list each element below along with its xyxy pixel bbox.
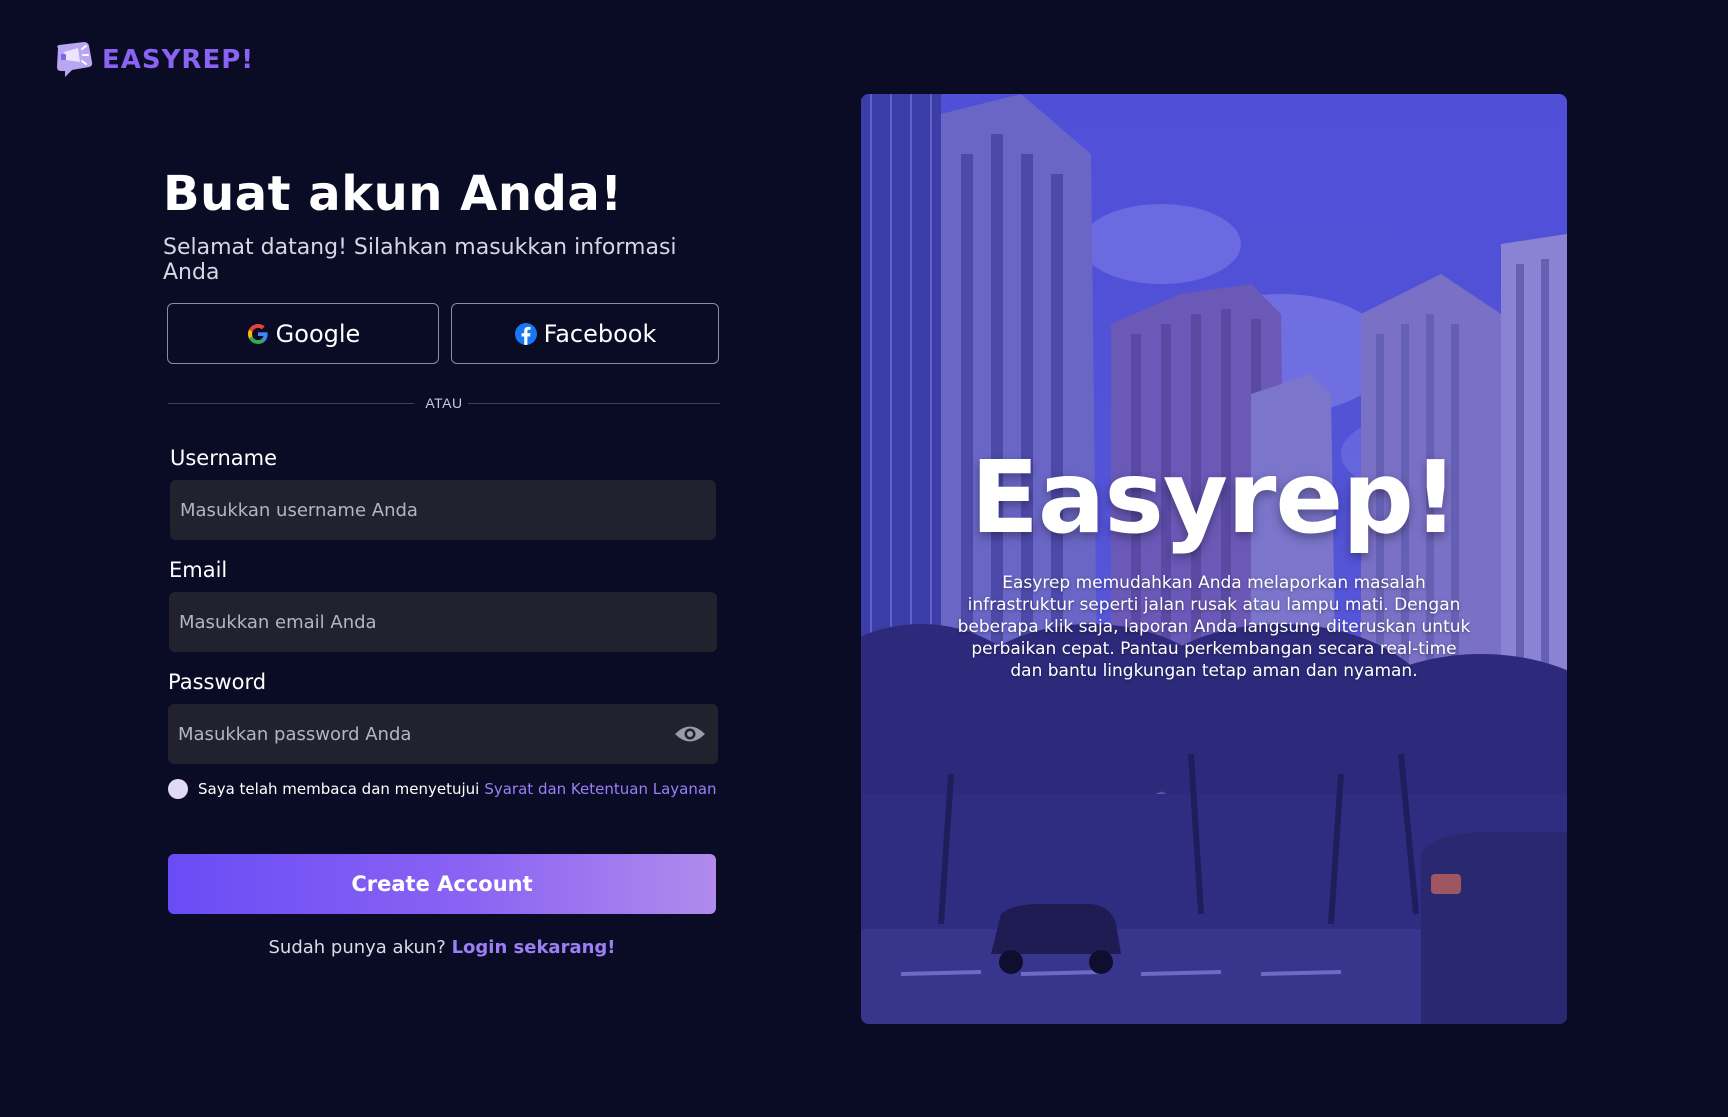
brand-logo[interactable]: EASYREP! xyxy=(52,40,254,80)
google-signup-button[interactable]: Google xyxy=(167,303,439,364)
megaphone-chat-icon xyxy=(57,42,93,77)
terms-row: Saya telah membaca dan menyetujui Syarat… xyxy=(168,779,717,799)
hero-image-panel: Easyrep! Easyrep memudahkan Anda melapor… xyxy=(861,94,1567,1024)
username-input[interactable] xyxy=(180,499,704,521)
eye-icon[interactable] xyxy=(674,723,706,745)
terms-checkbox[interactable] xyxy=(168,779,188,799)
facebook-icon xyxy=(514,322,537,345)
email-label: Email xyxy=(169,558,228,582)
facebook-button-label: Facebook xyxy=(543,319,657,348)
username-field-wrapper xyxy=(170,480,716,540)
facebook-signup-button[interactable]: Facebook xyxy=(451,303,719,364)
create-account-button[interactable]: Create Account xyxy=(168,854,716,914)
email-field-wrapper xyxy=(169,592,717,652)
page-title: Buat akun Anda! xyxy=(163,166,623,222)
city-skyline-image xyxy=(861,94,1567,1024)
google-button-label: Google xyxy=(275,319,361,348)
password-label: Password xyxy=(168,670,267,694)
signup-page: EASYREP! Buat akun Anda! Selamat datang!… xyxy=(0,0,1728,1117)
social-login-row: Google Facebook xyxy=(167,303,720,364)
google-icon xyxy=(247,323,268,344)
terms-link[interactable]: Syarat dan Ketentuan Layanan xyxy=(484,780,716,798)
password-field-wrapper xyxy=(168,704,718,764)
hero-title: Easyrep! xyxy=(970,439,1459,556)
hero-description: Easyrep memudahkan Anda melaporkan masal… xyxy=(957,573,1471,681)
brand-name: EASYREP! xyxy=(102,45,255,75)
login-prompt: Sudah punya akun? Login sekarang! xyxy=(168,937,716,958)
terms-text: Saya telah membaca dan menyetujui xyxy=(198,780,480,798)
login-question: Sudah punya akun? xyxy=(268,937,446,958)
signup-form: Buat akun Anda! Selamat datang! Silahkan… xyxy=(163,166,733,958)
or-divider: ATAU xyxy=(168,393,720,413)
password-input[interactable] xyxy=(178,723,674,745)
page-subtitle: Selamat datang! Silahkan masukkan inform… xyxy=(163,234,677,285)
email-input[interactable] xyxy=(179,611,705,633)
username-label: Username xyxy=(170,446,278,470)
login-link[interactable]: Login sekarang! xyxy=(452,937,616,958)
